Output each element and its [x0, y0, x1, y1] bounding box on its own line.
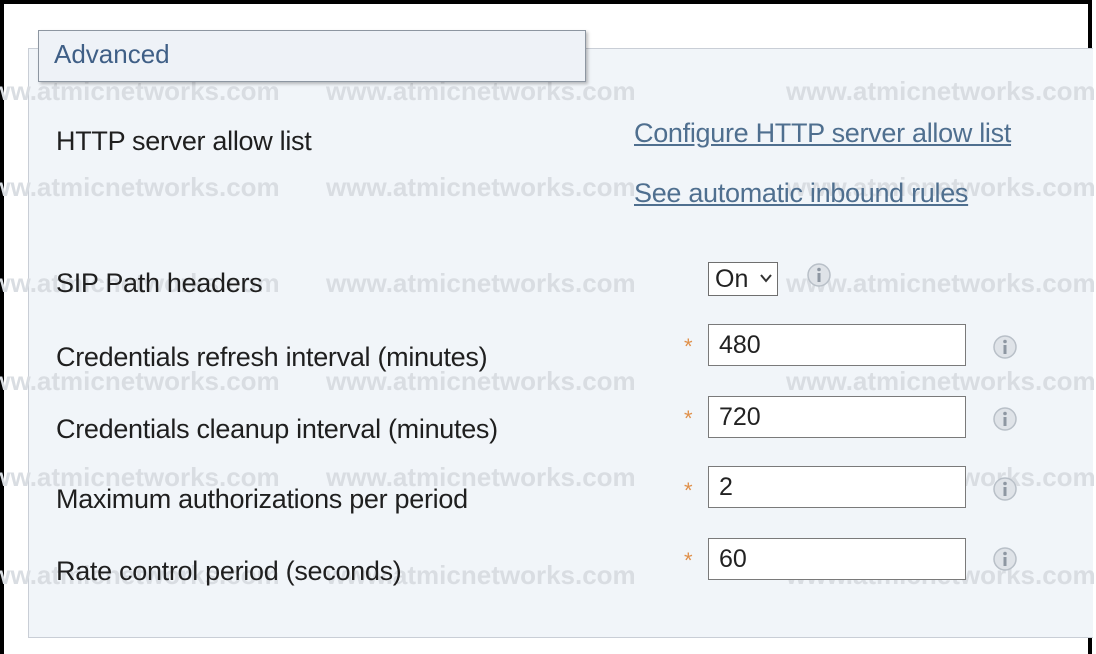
- sip-path-headers-label: SIP Path headers: [56, 268, 263, 298]
- max-authorizations-input[interactable]: 2: [708, 466, 966, 508]
- info-icon[interactable]: [992, 334, 1018, 360]
- required-marker: *: [684, 478, 693, 503]
- required-marker: *: [684, 406, 693, 431]
- info-icon[interactable]: [992, 406, 1018, 432]
- info-icon[interactable]: [992, 546, 1018, 572]
- credentials-cleanup-label: Credentials cleanup interval (minutes): [56, 414, 498, 444]
- see-inbound-rules-link[interactable]: See automatic inbound rules: [634, 178, 968, 209]
- rate-control-period-label: Rate control period (seconds): [56, 556, 402, 586]
- info-icon[interactable]: [806, 262, 832, 288]
- max-authorizations-label: Maximum authorizations per period: [56, 484, 468, 514]
- credentials-refresh-input[interactable]: 480: [708, 324, 966, 366]
- configure-http-allow-list-link[interactable]: Configure HTTP server allow list: [634, 118, 1011, 149]
- info-icon[interactable]: [992, 476, 1018, 502]
- section-title: Advanced: [54, 39, 170, 69]
- rate-control-period-input[interactable]: 60: [708, 538, 966, 580]
- credentials-refresh-label: Credentials refresh interval (minutes): [56, 342, 488, 372]
- section-legend: Advanced: [38, 30, 586, 82]
- required-marker: *: [684, 548, 693, 573]
- required-marker: *: [684, 334, 693, 359]
- sip-path-headers-select[interactable]: On: [708, 262, 778, 296]
- chevron-down-icon: [760, 274, 772, 283]
- select-value: On: [715, 265, 749, 293]
- credentials-cleanup-input[interactable]: 720: [708, 396, 966, 438]
- http-allow-list-label: HTTP server allow list: [56, 126, 312, 156]
